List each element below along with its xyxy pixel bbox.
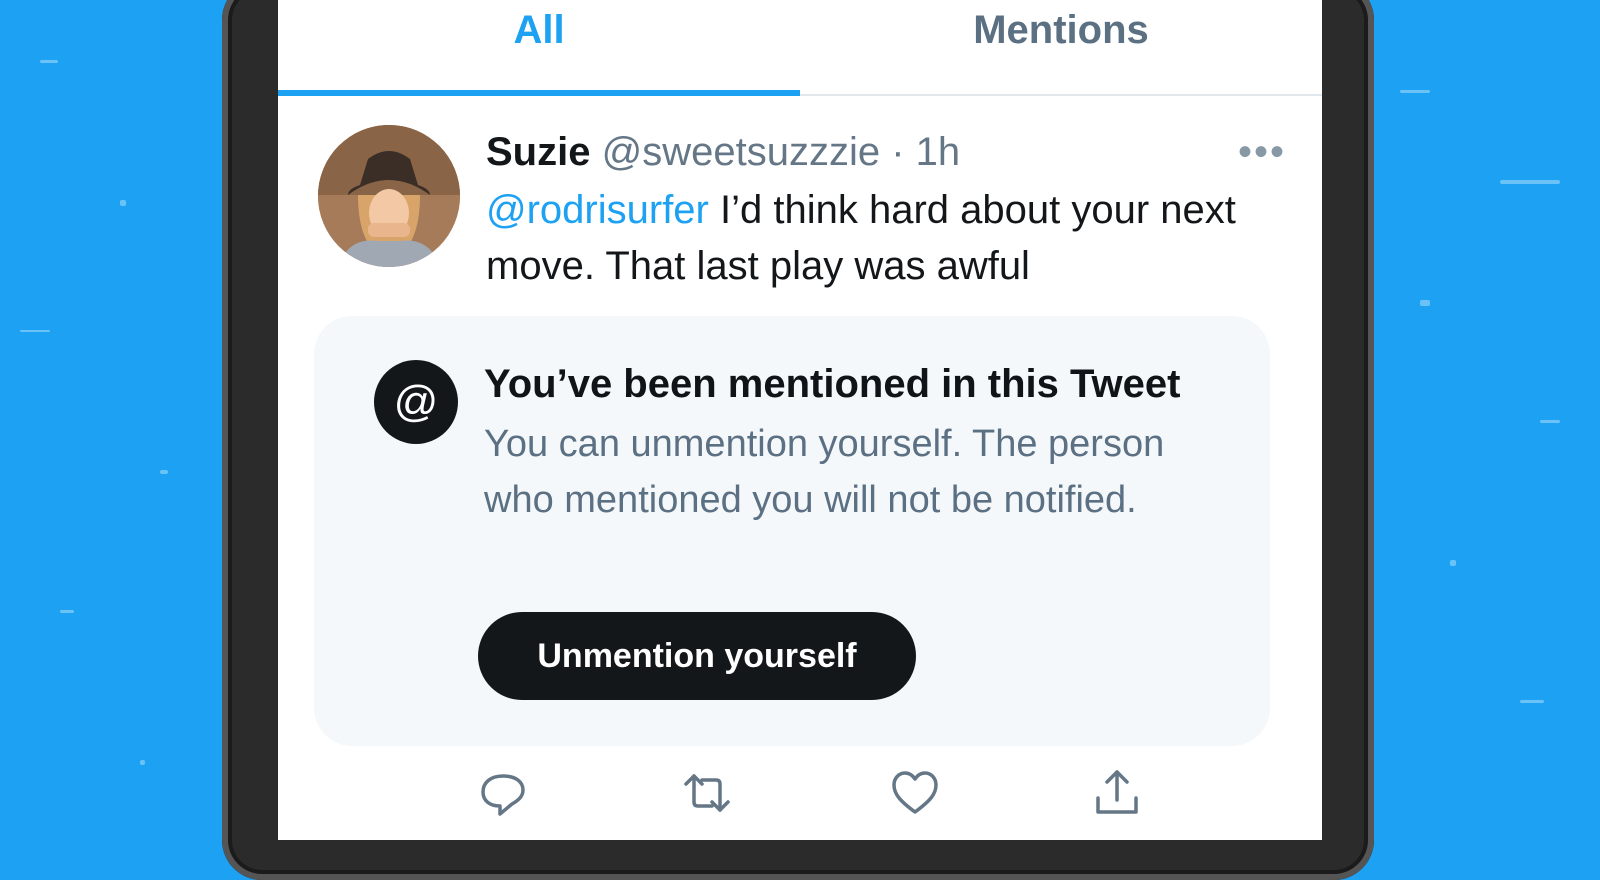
retweet-icon[interactable]: [682, 768, 732, 818]
author-handle[interactable]: @sweetsuzzzie: [602, 130, 880, 174]
notice-body: You can unmention yourself. The person w…: [484, 423, 1165, 521]
reply-icon[interactable]: [478, 768, 528, 818]
avatar[interactable]: [318, 125, 460, 267]
more-options-icon[interactable]: •••: [1238, 130, 1286, 175]
unmention-button[interactable]: Unmention yourself: [478, 612, 916, 700]
unmention-notice-card: @ You’ve been mentioned in this Tweet Yo…: [314, 316, 1270, 746]
tweet-action-bar: [278, 768, 1322, 828]
notification-tabs: All Mentions: [278, 0, 1322, 96]
mention-link[interactable]: @rodrisurfer: [486, 188, 709, 232]
author-name[interactable]: Suzie: [486, 130, 590, 174]
tab-mentions[interactable]: Mentions: [800, 0, 1322, 94]
tab-all[interactable]: All: [278, 0, 800, 96]
app-screen: All Mentions Suzie @sweetsuzzzie · 1h ••…: [278, 0, 1322, 840]
like-icon[interactable]: [890, 768, 940, 818]
tweet-time[interactable]: 1h: [916, 130, 961, 174]
notice-title: You’ve been mentioned in this Tweet: [484, 362, 1181, 406]
tweet-header: Suzie @sweetsuzzzie · 1h: [486, 128, 960, 176]
share-icon[interactable]: [1092, 768, 1142, 818]
tweet-text: @rodrisurfer I’d think hard about your n…: [486, 182, 1246, 294]
header-separator: ·: [891, 130, 905, 174]
at-sign-icon: @: [374, 360, 458, 444]
